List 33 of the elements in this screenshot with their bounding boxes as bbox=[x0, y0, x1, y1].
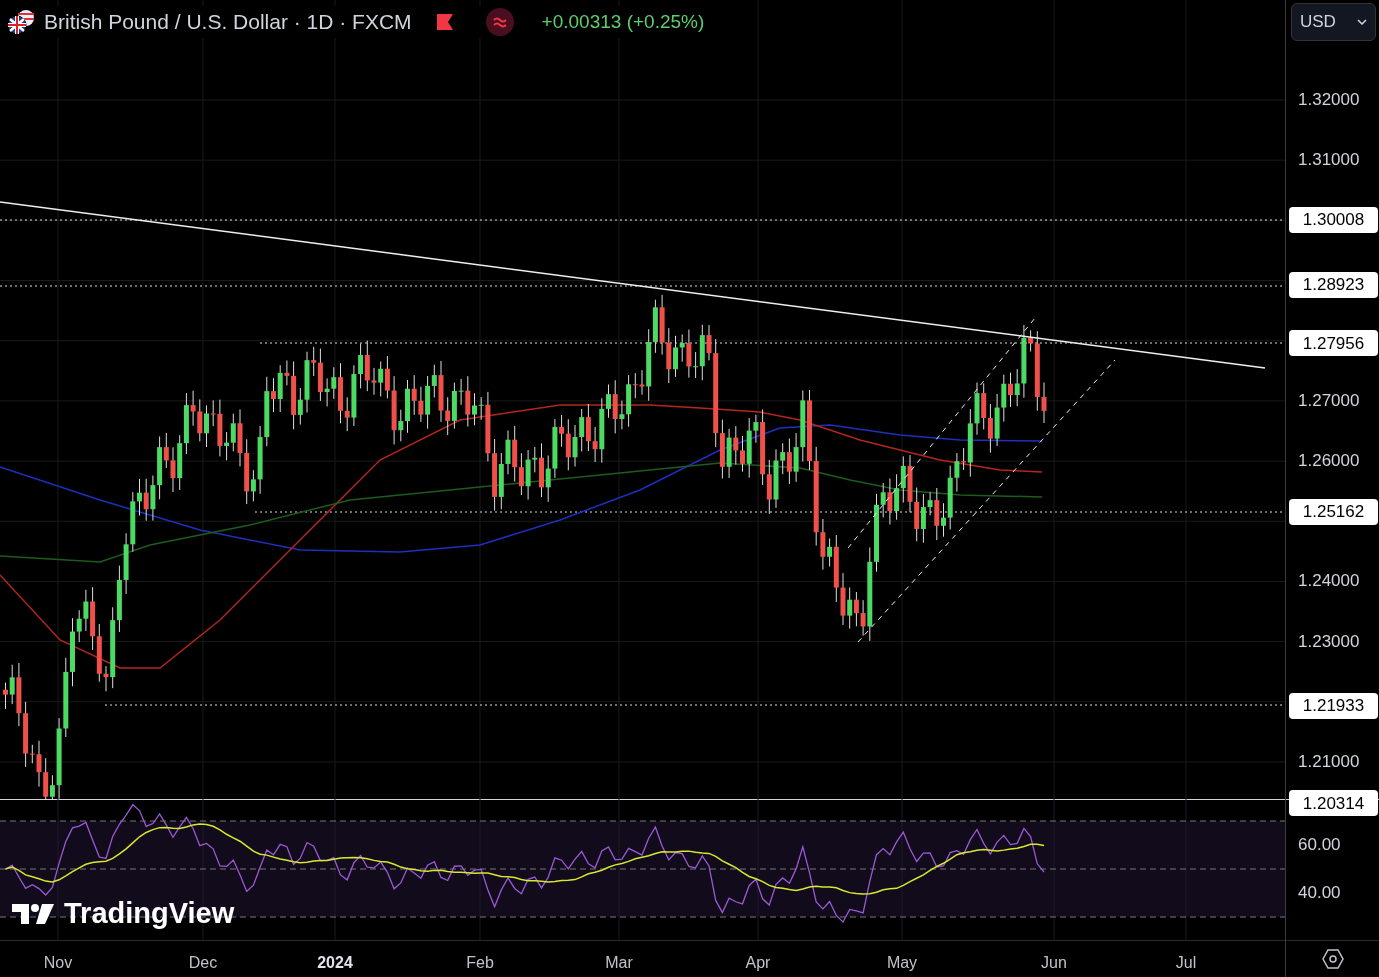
price-tick-label: 1.27000 bbox=[1298, 390, 1360, 413]
settings-icon[interactable] bbox=[1321, 948, 1344, 970]
rsi-tick-label: 40.00 bbox=[1298, 882, 1341, 905]
logo-mark-icon bbox=[12, 901, 56, 926]
month-label: Jul bbox=[1175, 953, 1197, 973]
month-label: May bbox=[886, 953, 918, 973]
symbol-title: British Pound / U.S. Dollar · 1D · FXCM bbox=[44, 9, 412, 35]
rsi-tick-label: 60.00 bbox=[1298, 834, 1341, 857]
month-label: Jun bbox=[1041, 953, 1067, 973]
year-label: 2024 bbox=[317, 953, 353, 973]
month-label: Nov bbox=[43, 953, 73, 973]
month-label: Dec bbox=[188, 953, 218, 973]
flag-icon bbox=[435, 12, 454, 31]
wave-icon[interactable] bbox=[485, 7, 514, 36]
month-label: Apr bbox=[745, 953, 771, 973]
price-change: +0.00313 (+0.25%) bbox=[541, 9, 705, 34]
currency-select[interactable]: USD bbox=[1291, 3, 1376, 41]
price-tick-label: 1.24000 bbox=[1298, 570, 1360, 593]
price-tick-label: 1.23000 bbox=[1298, 630, 1360, 653]
month-label: Feb bbox=[466, 953, 494, 973]
chevron-down-icon bbox=[1357, 19, 1367, 25]
price-tick-label: 1.32000 bbox=[1298, 89, 1360, 112]
month-label: Mar bbox=[605, 953, 633, 973]
price-tick-label: 1.21000 bbox=[1298, 751, 1360, 774]
price-tick-label: 1.31000 bbox=[1298, 149, 1360, 172]
price-marker: 1.28923 bbox=[1289, 272, 1378, 299]
price-tick-label: 1.26000 bbox=[1298, 450, 1360, 473]
price-marker: 1.30008 bbox=[1289, 206, 1378, 233]
price-marker: 1.21933 bbox=[1289, 692, 1378, 719]
logo-text: TradingView bbox=[64, 896, 235, 931]
price-marker: 1.20314 bbox=[1289, 790, 1378, 817]
price-marker: 1.25162 bbox=[1289, 498, 1378, 525]
price-marker: 1.27956 bbox=[1289, 330, 1378, 357]
